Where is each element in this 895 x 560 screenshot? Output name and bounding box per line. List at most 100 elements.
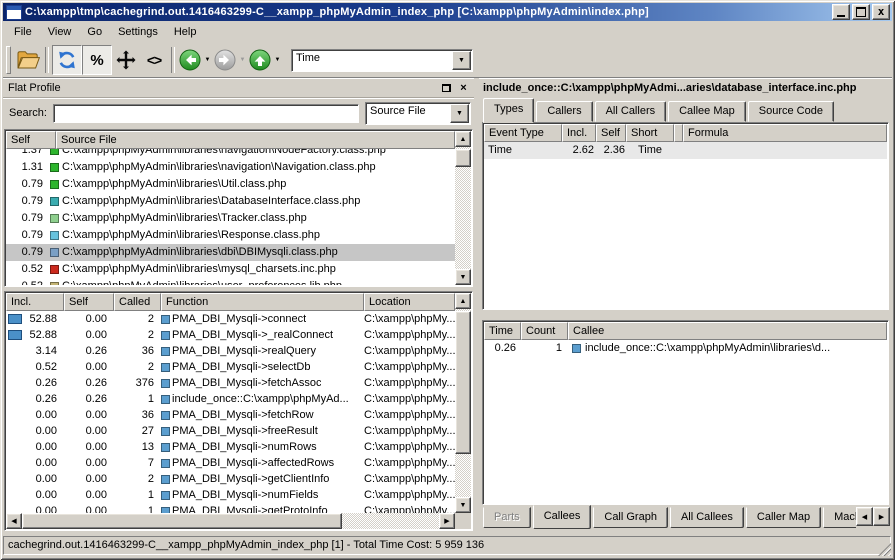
relative-percent-button[interactable]: % [82,45,112,75]
horizontal-scrollbar[interactable]: ◀ ▶ [6,513,455,529]
minimize-button[interactable] [832,4,850,20]
open-file-button[interactable] [14,46,42,74]
table-row[interactable]: 0.26 0.26 1 include_once::C:\xampp\phpMy… [6,391,455,407]
tab-types[interactable]: Types [483,98,534,123]
header-count[interactable]: Count [521,322,568,340]
table-row[interactable]: 0.00 0.00 7 PMA_DBI_Mysqli->affectedRows… [6,455,455,471]
table-row[interactable]: 0.00 0.00 1 PMA_DBI_Mysqli->numFields C:… [6,487,455,503]
scrollbar-thumb[interactable] [455,311,471,454]
maximize-button[interactable] [852,4,870,20]
table-row[interactable]: 0.52 C:\xampp\phpMyAdmin\libraries\user_… [6,278,455,285]
table-row[interactable]: 52.88 0.00 2 PMA_DBI_Mysqli->connect C:\… [6,311,455,327]
cycle-detection-button[interactable] [52,45,82,75]
tab-callee-map[interactable]: Callee Map [668,101,746,122]
chevron-down-icon[interactable]: ▼ [452,51,471,70]
forward-button[interactable] [213,46,237,74]
tab-all-callees[interactable]: All Callees [670,507,744,528]
title-bar[interactable]: C:\xampp\tmp\cachegrind.out.1416463299-C… [3,3,892,21]
header-called[interactable]: Called [114,293,161,311]
header-self[interactable]: Self [596,124,626,142]
header-location[interactable]: Location [364,293,455,311]
forward-dropdown-arrow[interactable]: ▼ [237,46,248,74]
menu-view[interactable]: View [41,24,79,40]
search-label: Search: [9,107,47,119]
close-button[interactable]: x [872,4,890,20]
scrollbar-track[interactable] [455,309,471,497]
search-input[interactable] [53,104,359,123]
header-source-file[interactable]: Source File [56,131,455,149]
scroll-left-icon[interactable]: ◀ [6,513,22,529]
table-row[interactable]: Time 2.62 2.36 Time [484,142,887,159]
scroll-up-icon[interactable]: ▲ [455,131,471,147]
header-formula[interactable]: Formula [683,124,887,142]
table-row[interactable]: 3.14 0.26 36 PMA_DBI_Mysqli->realQuery C… [6,343,455,359]
tab-callees[interactable]: Callees [533,505,592,529]
shorten-templates-button[interactable]: <> [140,46,168,74]
back-button[interactable] [178,46,202,74]
table-row[interactable]: 52.88 0.00 2 PMA_DBI_Mysqli->_realConnec… [6,327,455,343]
tab-scroll-right-icon[interactable]: ▶ [873,507,890,526]
tab-source-code[interactable]: Source Code [748,101,834,122]
table-row[interactable]: 0.79 C:\xampp\phpMyAdmin\libraries\Respo… [6,227,455,244]
vertical-scrollbar[interactable]: ▲ ▼ [455,293,471,513]
dock-title-bar[interactable]: Flat Profile × [3,78,474,98]
table-row[interactable]: 0.00 0.00 13 PMA_DBI_Mysqli->numRows C:\… [6,439,455,455]
header-self[interactable]: Self [64,293,114,311]
menu-go[interactable]: Go [80,24,109,40]
menu-help[interactable]: Help [167,24,204,40]
group-by-combobox[interactable]: Source File ▼ [365,102,471,125]
tab-machine-code[interactable]: Machine Code [823,507,856,528]
back-dropdown-arrow[interactable]: ▼ [202,46,213,74]
header-self[interactable]: Self [6,131,56,149]
table-row[interactable]: 0.79 C:\xampp\phpMyAdmin\libraries\Datab… [6,193,455,210]
scrollbar-track[interactable] [455,147,471,269]
table-row-selected[interactable]: 0.79 C:\xampp\phpMyAdmin\libraries\dbi\D… [6,244,455,261]
table-row[interactable]: 0.79 C:\xampp\phpMyAdmin\libraries\Util.… [6,176,455,193]
table-row[interactable]: 0.00 0.00 1 PMA_DBI_Mysqli->getProtoInfo… [6,503,455,513]
table-row[interactable]: 0.00 0.00 27 PMA_DBI_Mysqli->freeResult … [6,423,455,439]
tab-call-graph[interactable]: Call Graph [593,507,668,528]
table-row[interactable]: 0.26 1 include_once::C:\xampp\phpMyAdmin… [484,340,887,357]
table-row[interactable]: 0.79 C:\xampp\phpMyAdmin\libraries\Track… [6,210,455,227]
header-callee[interactable]: Callee [568,322,887,340]
up-dropdown-arrow[interactable]: ▼ [272,46,283,74]
scrollbar-track[interactable] [22,513,439,529]
scroll-right-icon[interactable]: ▶ [439,513,455,529]
header-function[interactable]: Function [161,293,364,311]
tab-caller-map[interactable]: Caller Map [746,507,821,528]
tab-scroll-left-icon[interactable]: ◀ [856,507,873,526]
table-row[interactable]: 0.00 0.00 36 PMA_DBI_Mysqli->fetchRow C:… [6,407,455,423]
table-row[interactable]: 1.37 C:\xampp\phpMyAdmin\libraries\navig… [6,149,455,159]
table-row[interactable]: 0.52 C:\xampp\phpMyAdmin\libraries\mysql… [6,261,455,278]
vertical-scrollbar[interactable]: ▲ ▼ [455,131,471,285]
scroll-down-icon[interactable]: ▼ [455,269,471,285]
menu-settings[interactable]: Settings [111,24,165,40]
file-path: C:\xampp\phpMyAdmin\libraries\navigation… [62,149,386,159]
header-incl[interactable]: Incl. [562,124,596,142]
expand-areas-button[interactable] [112,46,140,74]
event-type-combobox[interactable]: Time ▼ [291,49,473,72]
detail-splitter[interactable] [481,310,890,320]
dock-close-button[interactable]: × [456,81,471,95]
scrollbar-thumb[interactable] [22,513,342,529]
menu-file[interactable]: File [7,24,39,40]
header-short[interactable]: Short [626,124,674,142]
up-button[interactable] [248,46,272,74]
table-row[interactable]: 0.52 0.00 2 PMA_DBI_Mysqli->selectDb C:\… [6,359,455,375]
header-incl[interactable]: Incl. [6,293,64,311]
self-cost: 0.00 [64,423,114,439]
scrollbar-thumb[interactable] [455,149,471,167]
toolbar-grip[interactable] [6,46,11,74]
tab-all-callers[interactable]: All Callers [595,101,667,122]
header-event-type[interactable]: Event Type [484,124,562,142]
tab-parts[interactable]: Parts [483,507,531,528]
scroll-up-icon[interactable]: ▲ [455,293,471,309]
scroll-down-icon[interactable]: ▼ [455,497,471,513]
dock-float-button[interactable] [439,81,454,95]
table-row[interactable]: 0.00 0.00 2 PMA_DBI_Mysqli->getClientInf… [6,471,455,487]
chevron-down-icon[interactable]: ▼ [450,104,469,123]
table-row[interactable]: 0.26 0.26 376 PMA_DBI_Mysqli->fetchAssoc… [6,375,455,391]
header-time[interactable]: Time [484,322,521,340]
tab-callers[interactable]: Callers [536,101,592,122]
table-row[interactable]: 1.31 C:\xampp\phpMyAdmin\libraries\navig… [6,159,455,176]
